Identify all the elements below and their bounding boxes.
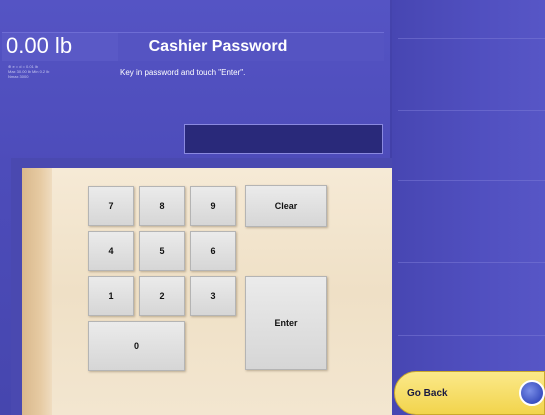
key-8[interactable]: 8 (139, 186, 185, 226)
key-3[interactable]: 3 (190, 276, 236, 316)
circle-icon (519, 380, 545, 406)
go-back-button[interactable]: Go Back (394, 371, 545, 415)
enter-button[interactable]: Enter (245, 276, 327, 370)
right-divider (398, 110, 545, 111)
right-divider (398, 180, 545, 181)
key-7[interactable]: 7 (88, 186, 134, 226)
clear-button[interactable]: Clear (245, 185, 327, 227)
right-divider (398, 38, 545, 39)
key-6[interactable]: 6 (190, 231, 236, 271)
key-9[interactable]: 9 (190, 186, 236, 226)
scale-info-line: Nmax 3000 (8, 74, 29, 79)
key-5[interactable]: 5 (139, 231, 185, 271)
instruction-text: Key in password and touch "Enter". (120, 68, 246, 77)
right-divider (398, 262, 545, 263)
key-0[interactable]: 0 (88, 321, 185, 371)
page-title: Cashier Password (148, 38, 288, 55)
scale-info: ⊕ e = d = 0.01 lb Max 30.00 lb Min 0.2 l… (8, 64, 98, 94)
key-4[interactable]: 4 (88, 231, 134, 271)
weight-display: 0.00 lb (6, 33, 73, 58)
right-panel (392, 0, 545, 415)
key-1[interactable]: 1 (88, 276, 134, 316)
go-back-label: Go Back (407, 388, 448, 399)
key-2[interactable]: 2 (139, 276, 185, 316)
password-field[interactable] (184, 124, 383, 154)
keypad-decoration-strip (22, 168, 52, 415)
right-divider (398, 335, 545, 336)
